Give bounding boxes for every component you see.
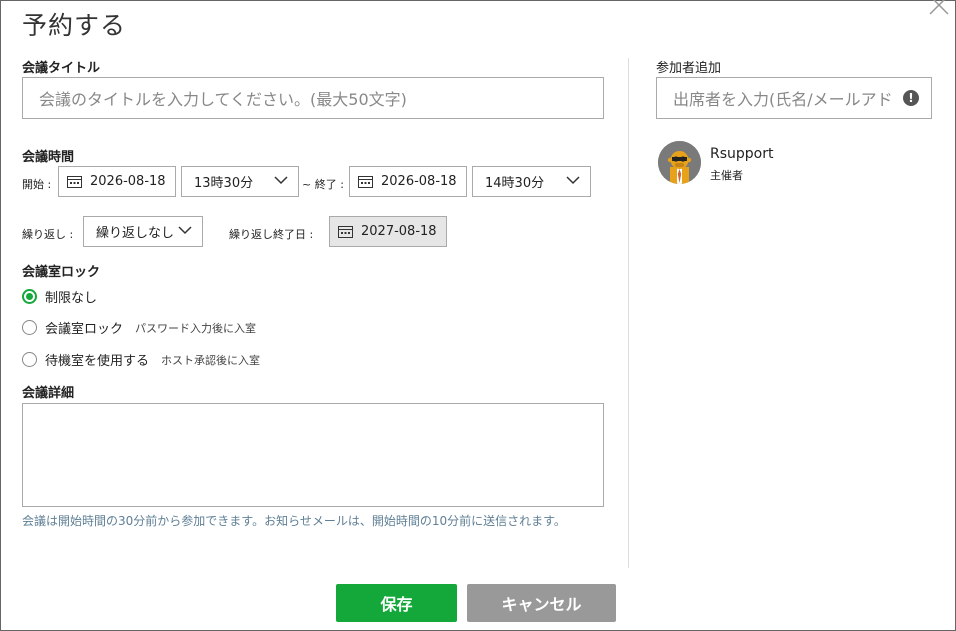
start-time-select[interactable]: 13時30分: [181, 166, 299, 197]
participants-label: 参加者追加: [656, 61, 722, 76]
meeting-title-placeholder: 会議のタイトルを入力してください。(最大50文字): [39, 90, 407, 109]
radio-option-no-limit[interactable]: 制限なし: [22, 287, 97, 306]
meeting-title-label: 会議タイトル: [22, 61, 101, 76]
radio-label: 会議室ロック: [45, 322, 124, 337]
repeat-end-date-value: 2027-08-18: [361, 224, 437, 239]
radio-label: 待機室を使用する: [45, 354, 150, 369]
host-role: 主催者: [710, 169, 743, 182]
details-label: 会議詳細: [22, 386, 75, 401]
radio-button[interactable]: [22, 320, 37, 335]
calendar-icon: [358, 175, 373, 188]
calendar-icon: [338, 225, 353, 238]
repeat-end-label: 繰り返し終了日 :: [229, 228, 314, 241]
chevron-down-icon: [178, 223, 192, 241]
meeting-time-label: 会議時間: [22, 150, 75, 165]
radio-button[interactable]: [22, 289, 37, 304]
end-time-select[interactable]: 14時30分: [472, 166, 591, 197]
repeat-value: 繰り返しなし: [96, 226, 175, 241]
dialog-title: 予約する: [22, 11, 127, 40]
end-time-value: 14時30分: [485, 176, 545, 191]
chevron-down-icon: [566, 173, 580, 191]
close-icon[interactable]: [926, 0, 952, 18]
host-name: Rsupport: [710, 146, 774, 162]
avatar: [658, 141, 701, 184]
start-date-value: 2026-08-18: [90, 174, 166, 189]
radio-option-room-lock[interactable]: 会議室ロック パスワード入力後に入室: [22, 318, 256, 337]
repeat-end-date-field: 2027-08-18: [329, 216, 447, 247]
start-date-field[interactable]: 2026-08-18: [58, 166, 176, 197]
cancel-button[interactable]: キャンセル: [467, 584, 616, 622]
details-textarea[interactable]: [22, 403, 604, 507]
radio-sublabel: ホスト承認後に入室: [161, 353, 261, 367]
column-divider: [628, 58, 629, 568]
participant-search-placeholder: 出席者を入力(氏名/メールアドレス): [673, 90, 895, 109]
save-button[interactable]: 保存: [336, 584, 457, 622]
start-time-value: 13時30分: [194, 176, 254, 191]
meeting-title-input[interactable]: 会議のタイトルを入力してください。(最大50文字): [22, 77, 604, 119]
radio-label: 制限なし: [45, 291, 98, 306]
radio-sublabel: パスワード入力後に入室: [135, 321, 257, 335]
calendar-icon: [67, 175, 82, 188]
repeat-label: 繰り返し :: [22, 228, 74, 241]
details-notice: 会議は開始時間の30分前から参加できます。お知らせメールは、開始時間の10分前に…: [22, 514, 566, 528]
repeat-select[interactable]: 繰り返しなし: [83, 216, 203, 247]
end-date-value: 2026-08-18: [381, 174, 457, 189]
start-label: 開始 :: [22, 178, 52, 191]
end-date-field[interactable]: 2026-08-18: [349, 166, 467, 197]
room-lock-label: 会議室ロック: [22, 265, 101, 280]
participant-search-input[interactable]: 出席者を入力(氏名/メールアドレス) !: [656, 77, 932, 119]
alert-icon: !: [903, 90, 919, 106]
radio-option-waiting-room[interactable]: 待機室を使用する ホスト承認後に入室: [22, 350, 260, 369]
end-label: ~ 終了 :: [302, 178, 344, 191]
chevron-down-icon: [274, 173, 288, 191]
radio-button[interactable]: [22, 352, 37, 367]
